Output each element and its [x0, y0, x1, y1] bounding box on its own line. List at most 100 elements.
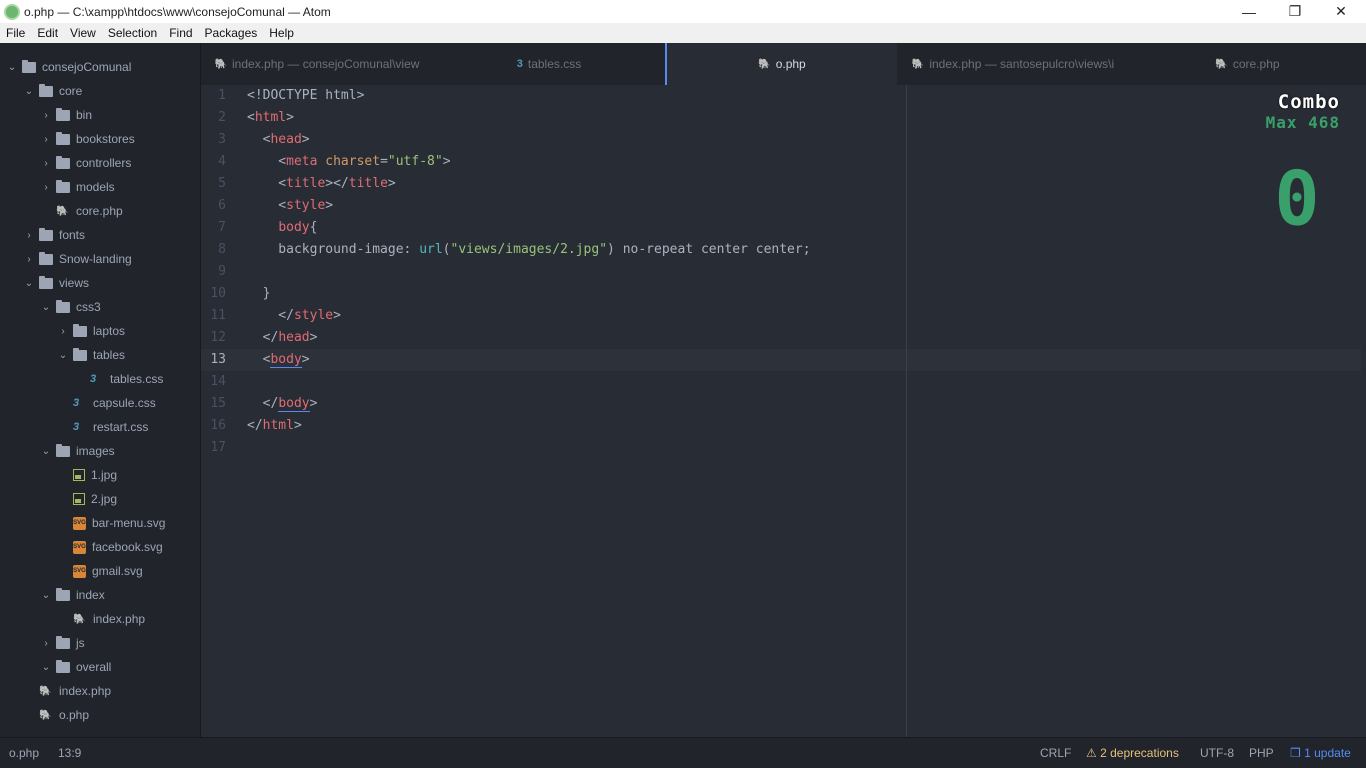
- line-number: 5: [218, 176, 226, 191]
- code-token: >: [309, 330, 318, 345]
- text-editor[interactable]: 1 2 3 4 5 6 7 8 9 10 11 12 13 14 15 16 17 <!DOCTYPE html…: [201, 85, 1366, 737]
- status-file-name[interactable]: o.php: [9, 738, 39, 768]
- code-line: </head>: [247, 327, 318, 349]
- folder-icon: [56, 587, 70, 601]
- tab-0[interactable]: 🐘 index.php — consejoComunal\view: [201, 43, 433, 85]
- tree-item-label: bin: [76, 108, 93, 122]
- title-bar: o.php — C:\xampp\htdocs\www\consejoComun…: [0, 0, 1366, 23]
- php-elephant-icon: 🐘: [56, 205, 69, 217]
- code-token: </: [247, 418, 263, 433]
- menu-selection[interactable]: Selection: [102, 26, 163, 40]
- tree-folder-snow-landing[interactable]: › Snow-landing: [0, 247, 200, 271]
- tree-file-1.jpg[interactable]: 1.jpg: [0, 463, 200, 487]
- tree-folder-js[interactable]: › js: [0, 631, 200, 655]
- tree-folder-overall[interactable]: ⌄ overall: [0, 655, 200, 679]
- tree-folder-core[interactable]: ⌄ core: [0, 79, 200, 103]
- status-grammar[interactable]: PHP: [1249, 738, 1274, 768]
- tree-file-capsule.css[interactable]: 3 capsule.css: [0, 391, 200, 415]
- folder-icon: [56, 155, 70, 169]
- menu-edit[interactable]: Edit: [31, 26, 64, 40]
- status-encoding[interactable]: UTF-8: [1200, 738, 1234, 768]
- tree-folder-laptos[interactable]: › laptos: [0, 319, 200, 343]
- tree-file-index.php[interactable]: 🐘 index.php: [0, 607, 200, 631]
- status-deprecations[interactable]: ⚠ 2 deprecations: [1086, 738, 1179, 768]
- tree-folder-bookstores[interactable]: › bookstores: [0, 127, 200, 151]
- tree-file-gmail.svg[interactable]: SVG gmail.svg: [0, 559, 200, 583]
- tree-file-bar-menu.svg[interactable]: SVG bar-menu.svg: [0, 511, 200, 535]
- code-line: <title></title>: [247, 173, 395, 195]
- status-update[interactable]: ❒ 1 update: [1290, 738, 1351, 768]
- tree-file-tables.css[interactable]: 3 tables.css: [0, 367, 200, 391]
- tree-folder-models[interactable]: › models: [0, 175, 200, 199]
- tree-file-facebook.svg[interactable]: SVG facebook.svg: [0, 535, 200, 559]
- menu-packages[interactable]: Packages: [199, 26, 264, 40]
- code-token: body: [278, 220, 310, 235]
- code-token: title: [286, 176, 326, 191]
- line-number: 1: [218, 88, 226, 103]
- tree-folder-bin[interactable]: › bin: [0, 103, 200, 127]
- tree-item-label: bar-menu.svg: [92, 516, 166, 530]
- menu-help[interactable]: Help: [263, 26, 300, 40]
- code-token: "views/images/2.jpg": [450, 242, 608, 257]
- restore-button[interactable]: ❐: [1272, 0, 1318, 23]
- tree-folder-images[interactable]: ⌄ images: [0, 439, 200, 463]
- tree-item-label: Snow-landing: [59, 252, 132, 266]
- code-token: html: [262, 418, 294, 433]
- code-line: body{: [247, 217, 317, 239]
- folder-icon: [39, 251, 53, 265]
- php-elephant-icon: 🐘: [39, 709, 52, 721]
- chevron-down-icon: ⌄: [7, 61, 17, 73]
- status-cursor-position[interactable]: 13:9: [58, 738, 81, 768]
- tree-folder-fonts[interactable]: › fonts: [0, 223, 200, 247]
- tree-folder-tables[interactable]: ⌄ tables: [0, 343, 200, 367]
- css3-icon: 3: [73, 397, 80, 409]
- code-token: <: [247, 132, 271, 147]
- tree-file-index.php[interactable]: 🐘 index.php: [0, 679, 200, 703]
- close-button[interactable]: ✕: [1318, 0, 1364, 23]
- code-token: </: [247, 396, 279, 411]
- minimize-button[interactable]: —: [1226, 0, 1272, 23]
- tree-file-o.php[interactable]: 🐘 o.php: [0, 703, 200, 727]
- tree-item-label: js: [76, 636, 85, 650]
- tree-file-2.jpg[interactable]: 2.jpg: [0, 487, 200, 511]
- menu-view[interactable]: View: [64, 26, 102, 40]
- line-number: 16: [210, 418, 226, 433]
- line-number-gutter[interactable]: 1 2 3 4 5 6 7 8 9 10 11 12 13 14 15 16 17: [201, 85, 241, 737]
- tab-1[interactable]: 3 tables.css: [433, 43, 665, 85]
- code-token: (: [442, 242, 451, 257]
- css3-icon: 3: [73, 421, 80, 433]
- combo-counter-value: 0: [1274, 161, 1319, 233]
- tab-4[interactable]: 🐘 core.php: [1129, 43, 1366, 85]
- code-token: </: [247, 308, 294, 323]
- tree-item-label: o.php: [59, 708, 90, 722]
- tree-folder-consejocomunal[interactable]: ⌄ consejoComunal: [0, 55, 200, 79]
- tree-folder-controllers[interactable]: › controllers: [0, 151, 200, 175]
- folder-icon: [22, 59, 36, 73]
- status-line-ending[interactable]: CRLF: [1040, 738, 1071, 768]
- menu-file[interactable]: File: [0, 26, 31, 40]
- tree-item-label: images: [76, 444, 115, 458]
- code-line: <meta charset="utf-8">: [247, 151, 450, 173]
- code-token: >: [333, 308, 341, 323]
- tree-file-core.php[interactable]: 🐘 core.php: [0, 199, 200, 223]
- line-number: 6: [218, 198, 226, 213]
- menu-find[interactable]: Find: [163, 26, 198, 40]
- folder-icon: [56, 299, 70, 313]
- tab-bar: 🐘 index.php — consejoComunal\view 3 tables.…: [201, 43, 1366, 85]
- tree-file-restart.css[interactable]: 3 restart.css: [0, 415, 200, 439]
- line-number: 13: [210, 352, 226, 367]
- tree-folder-css3[interactable]: ⌄ css3: [0, 295, 200, 319]
- code-token: <: [247, 352, 271, 367]
- tree-folder-views[interactable]: ⌄ views: [0, 271, 200, 295]
- menu-bar: File Edit View Selection Find Packages H…: [0, 23, 1366, 43]
- tab-3[interactable]: 🐘 index.php — santosepulcro\views\i: [897, 43, 1129, 85]
- tree-folder-index[interactable]: ⌄ index: [0, 583, 200, 607]
- tab-2[interactable]: 🐘 o.php: [665, 43, 897, 85]
- tree-item-label: index.php: [59, 684, 112, 698]
- code-line: </body>: [247, 393, 317, 415]
- svg-file-icon: SVG: [73, 516, 86, 530]
- php-elephant-icon: 🐘: [39, 685, 52, 697]
- tab-label: core.php: [1232, 57, 1280, 71]
- code-line: <html>: [247, 107, 294, 129]
